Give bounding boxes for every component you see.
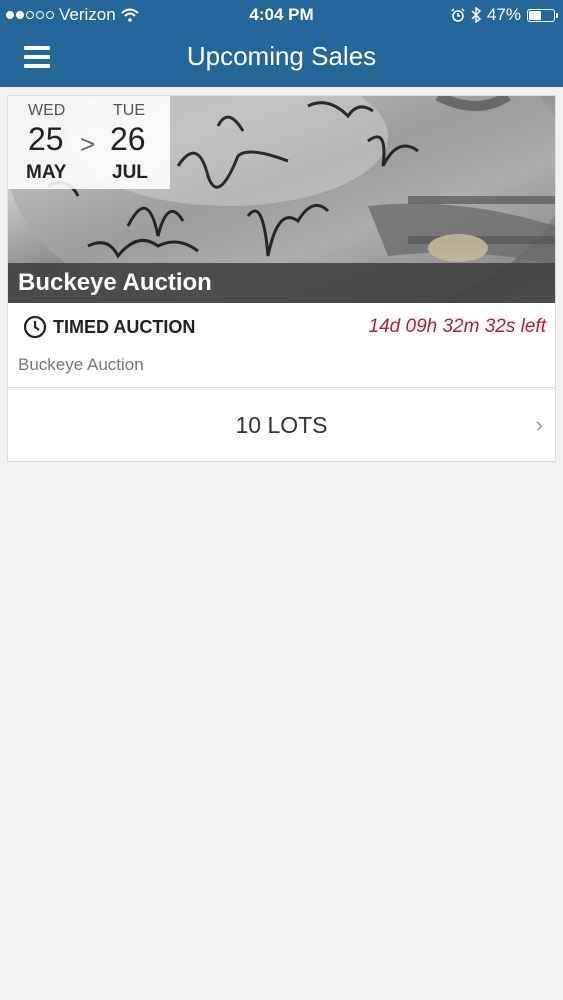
countdown-timer: 14d 09h 32m 32s left [368, 316, 546, 337]
status-bar: Verizon 4:04 PM 47% [0, 0, 563, 30]
sale-subtitle: Buckeye Auction [18, 355, 144, 374]
sale-type-row: TIMED AUCTION 14d 09h 32m 32s left [8, 303, 555, 353]
alarm-icon [451, 8, 465, 22]
nav-bar: Upcoming Sales [0, 30, 563, 87]
battery-icon [527, 8, 558, 22]
end-day: 26 [110, 121, 146, 157]
sale-card[interactable]: WED 25 MAY > TUE 26 JUL Buckeye Auction … [7, 95, 556, 462]
page-title: Upcoming Sales [186, 41, 377, 71]
end-day-name: TUE [113, 102, 145, 119]
auction-type-label: TIMED AUCTION [53, 317, 196, 337]
date-separator: > [80, 129, 96, 159]
sale-image: WED 25 MAY > TUE 26 JUL Buckeye Auction [8, 96, 555, 303]
chevron-right-icon: › [535, 412, 543, 437]
clock-icon [23, 315, 47, 339]
bluetooth-icon [471, 7, 481, 23]
end-month: JUL [112, 162, 148, 183]
start-day-name: WED [28, 102, 66, 119]
start-month: MAY [26, 162, 67, 183]
status-right: 47% [451, 5, 558, 25]
start-day: 25 [28, 121, 64, 157]
sale-date-range: WED 25 MAY > TUE 26 JUL [8, 96, 170, 189]
top-bar: Verizon 4:04 PM 47% Upcoming Sales [0, 0, 563, 87]
battery-percent: 47% [486, 5, 521, 24]
lots-label: 10 LOTS [235, 412, 328, 438]
sale-title: Buckeye Auction [8, 263, 555, 303]
lots-button[interactable]: 10 LOTS › [8, 388, 555, 462]
